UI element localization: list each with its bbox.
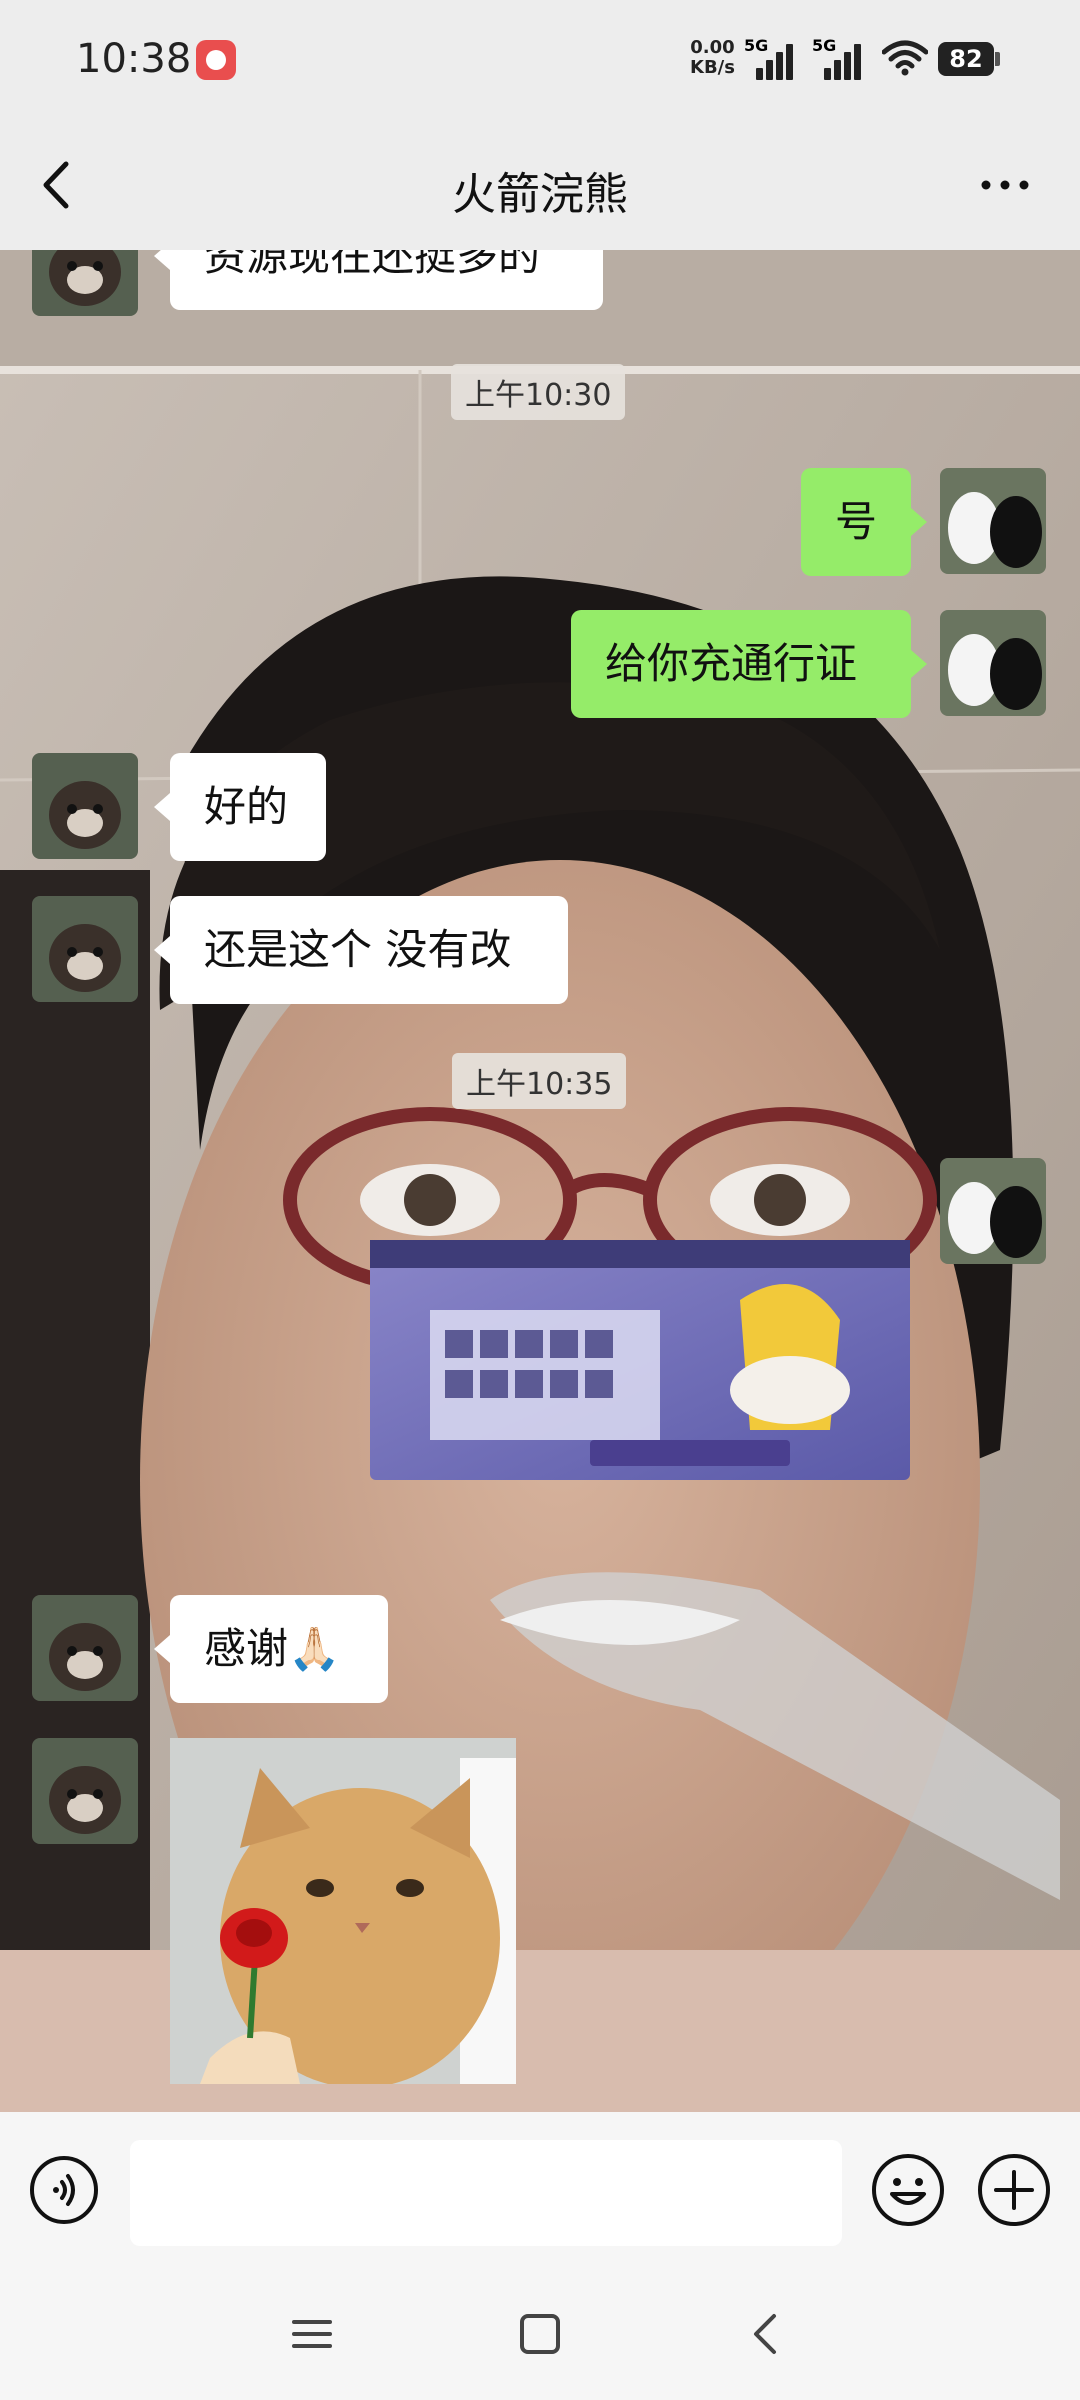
contact-avatar[interactable] [32, 896, 138, 1002]
contact-avatar[interactable] [32, 250, 138, 316]
network-speed-value: 0.00 [690, 37, 735, 58]
more-horizontal-icon[interactable] [970, 160, 1040, 210]
message-bubble-incoming[interactable]: 资源现在还挺多的 [154, 250, 603, 310]
battery-indicator: 82 [938, 42, 1000, 76]
sim2-label: 5G [812, 36, 837, 55]
status-time: 10:38 [76, 36, 192, 82]
menu-icon[interactable] [290, 2312, 334, 2356]
my-avatar[interactable] [940, 610, 1046, 716]
sticker-cat-with-rose[interactable] [170, 1738, 516, 2084]
sim1-signal-icon: 5G [744, 36, 793, 80]
chat-message-list[interactable]: 资源现在还挺多的 上午10:30 号 给你充通行证 好的 还是这个 没有改 上午… [0, 250, 1080, 2112]
voice-icon[interactable] [28, 2154, 100, 2226]
message-bubble-outgoing[interactable]: 号 [801, 468, 927, 576]
message-bubble-outgoing[interactable]: 给你充通行证 [571, 610, 927, 718]
home-square-icon[interactable] [518, 2312, 562, 2356]
sim2-signal-icon: 5G [812, 36, 861, 80]
my-avatar[interactable] [940, 468, 1046, 574]
message-input[interactable] [130, 2140, 842, 2246]
message-timestamp: 上午10:30 [451, 364, 626, 420]
plus-circle-icon[interactable] [976, 2152, 1052, 2228]
network-speed: 0.00 KB/s [690, 38, 735, 78]
message-bubble-incoming[interactable]: 好的 [154, 753, 326, 861]
system-navigation-bar [0, 2272, 1080, 2400]
contact-avatar[interactable] [32, 1738, 138, 1844]
message-bubble-incoming[interactable]: 还是这个 没有改 [154, 896, 568, 1004]
message-input-bar [0, 2112, 1080, 2272]
contact-avatar[interactable] [32, 753, 138, 859]
message-bubble-incoming[interactable]: 感谢🙏🏻 [154, 1595, 388, 1703]
contact-avatar[interactable] [32, 1595, 138, 1701]
network-speed-unit: KB/s [690, 57, 735, 78]
status-bar: 10:38 0.00 KB/s 5G 5G 82 [0, 0, 1080, 120]
emoji-icon[interactable] [870, 2152, 946, 2228]
sim1-label: 5G [744, 36, 769, 55]
wifi-icon [882, 40, 928, 76]
image-message-game-screenshot[interactable] [370, 1240, 910, 1480]
app-notification-icon [196, 40, 236, 80]
back-icon[interactable] [744, 2312, 788, 2356]
my-avatar[interactable] [940, 1158, 1046, 1264]
chat-title: 火箭浣熊 [452, 169, 628, 220]
chat-header: 火箭浣熊 [0, 120, 1080, 250]
message-timestamp: 上午10:35 [452, 1053, 627, 1109]
